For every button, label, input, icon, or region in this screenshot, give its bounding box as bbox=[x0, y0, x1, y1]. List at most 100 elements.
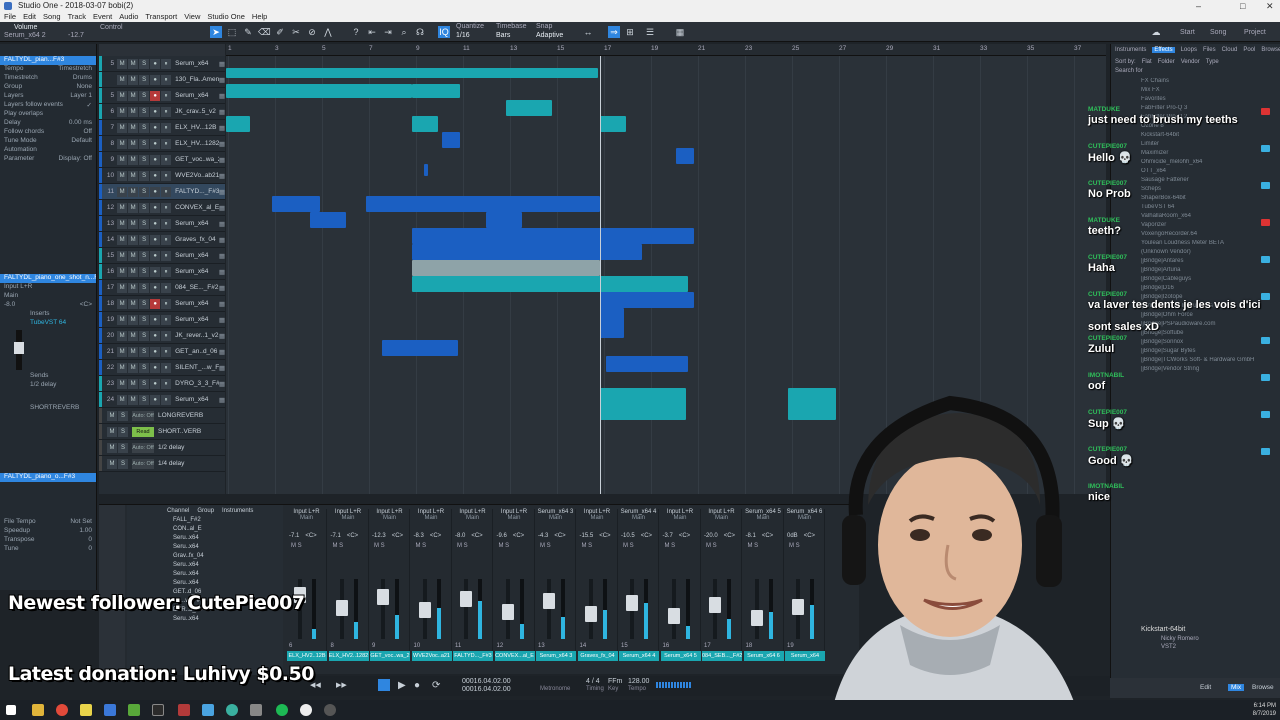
record-arm-button[interactable]: ● bbox=[150, 186, 161, 197]
channel-volume[interactable]: -3.7 bbox=[663, 533, 673, 539]
solo-button[interactable]: S bbox=[139, 122, 150, 133]
record-arm-button[interactable]: ● bbox=[150, 378, 161, 389]
fader-knob[interactable] bbox=[750, 610, 763, 626]
bend-tool-icon[interactable]: ⋀ bbox=[322, 26, 334, 38]
menu-item-help[interactable]: Help bbox=[252, 12, 267, 22]
project-button[interactable]: Project bbox=[1244, 29, 1266, 36]
monitor-button[interactable]: M bbox=[128, 74, 139, 85]
track-row[interactable]: 20 M M S ● ⏸ JK_rever..1_v2 ▦ bbox=[99, 328, 225, 344]
pencil-tool-icon[interactable]: ✎ bbox=[242, 26, 254, 38]
record-arm-button[interactable]: ● bbox=[150, 218, 161, 229]
browser-tab-pool[interactable]: Pool bbox=[1243, 47, 1255, 53]
monitor-button[interactable]: M bbox=[128, 154, 139, 165]
mute-button[interactable]: M bbox=[107, 426, 117, 437]
instrument-icon[interactable]: ▦ bbox=[219, 76, 225, 84]
quantize-toggle-icon[interactable]: IQ bbox=[438, 26, 450, 38]
minimize-button[interactable]: – bbox=[1196, 0, 1201, 12]
fader-track[interactable] bbox=[464, 579, 468, 639]
channel-name[interactable]: FALTYD..._F#3 bbox=[453, 651, 493, 661]
menu-item-edit[interactable]: Edit bbox=[23, 12, 36, 22]
audio-clip[interactable] bbox=[506, 100, 552, 116]
track-row[interactable]: 5 M M S ● ⏸ Serum_x64 ▦ bbox=[99, 56, 225, 72]
fx-track-row[interactable]: M S Auto: Off 1/4 delay bbox=[99, 456, 225, 472]
channel-output[interactable]: Main bbox=[370, 515, 409, 521]
audio-clip[interactable] bbox=[412, 116, 438, 132]
instrument-icon[interactable]: ▦ bbox=[219, 380, 225, 388]
input-button[interactable]: ⏸ bbox=[161, 394, 172, 405]
track-row[interactable]: 6 M M S ● ⏸ JK_crav..5_v2 ▦ bbox=[99, 104, 225, 120]
audio-clip[interactable] bbox=[600, 292, 694, 308]
inspector-tune[interactable]: 0 bbox=[88, 545, 92, 554]
menu-item-event[interactable]: Event bbox=[93, 12, 112, 22]
monitor-button[interactable]: M bbox=[128, 378, 139, 389]
browser-tab-instruments[interactable]: Instruments bbox=[1115, 47, 1146, 53]
solo-button[interactable]: S bbox=[422, 543, 426, 549]
timebase-value[interactable]: Bars bbox=[496, 32, 510, 39]
solo-button[interactable]: S bbox=[139, 90, 150, 101]
track-row[interactable]: M M S ● ⏸ 130_Fla..Amen ▦ bbox=[99, 72, 225, 88]
channel-pan[interactable]: <C> bbox=[599, 533, 610, 539]
audio-clip[interactable] bbox=[424, 164, 428, 176]
record-arm-button[interactable]: ● bbox=[150, 74, 161, 85]
solo-button[interactable]: S bbox=[547, 543, 551, 549]
fader-knob[interactable] bbox=[626, 595, 638, 611]
audio-clip[interactable] bbox=[412, 276, 688, 292]
input-button[interactable]: ⏸ bbox=[161, 106, 172, 117]
input-button[interactable]: ⏸ bbox=[161, 378, 172, 389]
inspector-fader-knob[interactable] bbox=[14, 342, 24, 354]
position-secondary[interactable]: 00016.04.02.00 bbox=[462, 686, 511, 693]
record-arm-button[interactable]: ● bbox=[150, 266, 161, 277]
settings-icon[interactable] bbox=[250, 704, 262, 716]
input-button[interactable]: ⏸ bbox=[161, 58, 172, 69]
record-arm-button[interactable]: ● bbox=[150, 314, 161, 325]
monitor-button[interactable]: M bbox=[128, 122, 139, 133]
monitor-button[interactable]: M bbox=[128, 106, 139, 117]
monitor-button[interactable]: M bbox=[128, 250, 139, 261]
menu-item-track[interactable]: Track bbox=[68, 12, 86, 22]
obs-icon[interactable] bbox=[178, 704, 190, 716]
mixer-list-item[interactable]: CON..al_E bbox=[127, 526, 283, 535]
mute-button[interactable]: M bbox=[623, 543, 630, 549]
quantize-value[interactable]: 1/16 bbox=[456, 32, 470, 39]
instrument-icon[interactable]: ▦ bbox=[219, 284, 225, 292]
inspector-row-value[interactable]: Display: Off bbox=[59, 155, 92, 164]
inspector-file-tempo[interactable]: Not Set bbox=[70, 518, 92, 527]
audio-clip[interactable] bbox=[226, 84, 412, 98]
audio-clip[interactable] bbox=[226, 116, 250, 132]
record-arm-button[interactable]: ● bbox=[150, 154, 161, 165]
browse-view-button[interactable]: Browse bbox=[1252, 684, 1274, 691]
channel-output[interactable]: Main bbox=[578, 515, 617, 521]
spotify-icon[interactable] bbox=[276, 704, 288, 716]
browser-sort-option[interactable]: Flat bbox=[1142, 59, 1152, 65]
audio-clip[interactable] bbox=[412, 228, 694, 244]
channel-output[interactable]: Main bbox=[287, 515, 326, 521]
channel-pan[interactable]: <C> bbox=[430, 533, 441, 539]
track-row[interactable]: 7 M M S ● ⏸ ELX_HV...12B ▦ bbox=[99, 120, 225, 136]
fx-track-row[interactable]: M S Read SHORT..VERB bbox=[99, 424, 225, 440]
audio-clip[interactable] bbox=[606, 356, 688, 372]
taskbar-clock[interactable]: 6:14 PM 8/7/2019 bbox=[1253, 702, 1276, 718]
instrument-icon[interactable]: ▦ bbox=[219, 60, 225, 68]
solo-button[interactable]: S bbox=[139, 234, 150, 245]
mixer-tab-instruments[interactable]: Instruments bbox=[222, 508, 253, 514]
solo-button[interactable]: S bbox=[139, 186, 150, 197]
position-primary[interactable]: 00016.04.02.00 bbox=[462, 678, 511, 685]
inspector-volume[interactable]: -8.0 bbox=[4, 301, 15, 310]
solo-button[interactable]: S bbox=[630, 543, 634, 549]
solo-button[interactable]: S bbox=[505, 543, 509, 549]
record-arm-button[interactable]: ● bbox=[150, 330, 161, 341]
menu-item-audio[interactable]: Audio bbox=[119, 12, 138, 22]
inspector-speedup[interactable]: 1.00 bbox=[79, 527, 92, 536]
mute-button[interactable]: M bbox=[117, 298, 128, 309]
input-button[interactable]: ⏸ bbox=[161, 90, 172, 101]
mute-button[interactable]: M bbox=[117, 378, 128, 389]
record-arm-button[interactable]: ● bbox=[150, 394, 161, 405]
channel-volume[interactable]: -8.3 bbox=[414, 533, 424, 539]
solo-button[interactable]: S bbox=[139, 250, 150, 261]
store-icon[interactable] bbox=[104, 704, 116, 716]
input-button[interactable]: ⏸ bbox=[161, 202, 172, 213]
channel-name[interactable]: WVE2Voc..a21 bbox=[411, 651, 452, 661]
record-arm-button[interactable]: ● bbox=[150, 250, 161, 261]
channel-name[interactable]: CONVEX...al_E bbox=[494, 651, 535, 661]
track-row[interactable]: 15 M M S ● ⏸ Serum_x64 ▦ bbox=[99, 248, 225, 264]
